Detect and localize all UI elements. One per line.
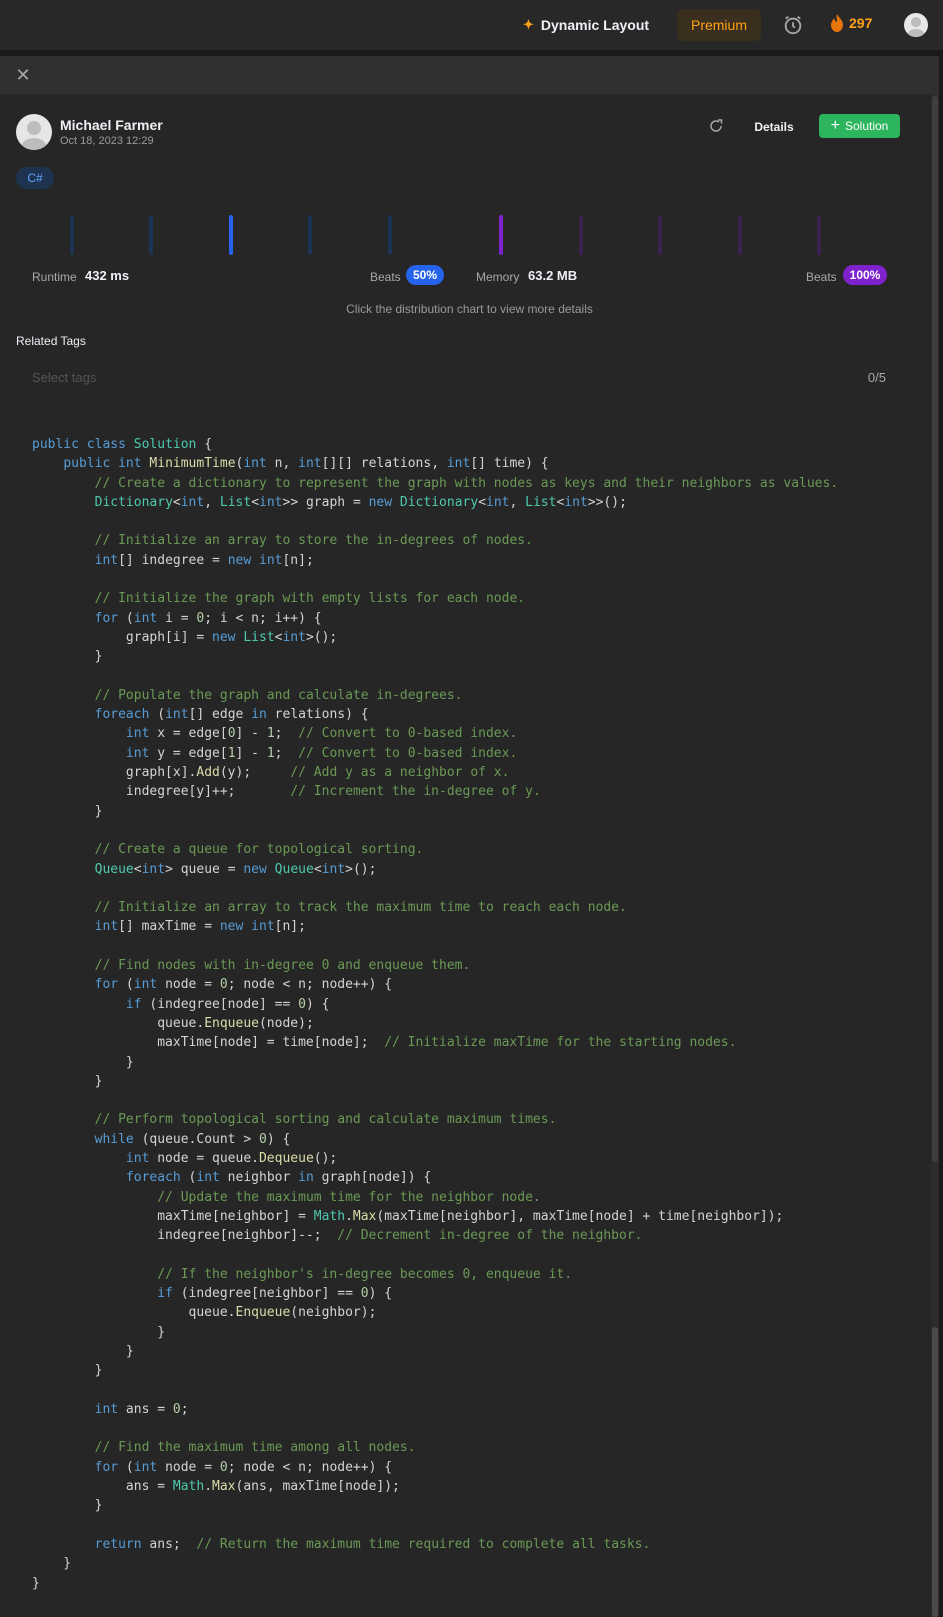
code-line: // Populate the graph and calculate in-d… [94,687,463,703]
code-line: // If the neighbor's in-degree becomes 0… [157,1266,573,1282]
code-line: Dictionary<int, List<int>> graph = new D… [94,494,627,510]
code-line: } [32,1363,103,1379]
runtime-distribution-bar[interactable] [149,215,153,255]
premium-button[interactable]: Premium [677,9,761,41]
runtime-label: Runtime [32,270,77,284]
memory-distribution-bar[interactable] [738,215,742,255]
runtime-distribution-bar[interactable] [308,215,312,255]
memory-beats-label: Beats [806,270,837,284]
code-line: public int MinimumTime(int n, int[][] re… [63,456,549,472]
code-line: queue.Enqueue(node); [32,1015,314,1031]
code-line: } [32,1324,166,1340]
author-name[interactable]: Michael Farmer [60,117,163,133]
code-line: } [32,1556,72,1572]
code-line: if (indegree[node] == 0) { [125,996,330,1012]
code-line: graph[x].Add(y); // Add y as a neighbor … [32,765,510,781]
avatar-icon [21,121,47,150]
distribution-hint: Click the distribution chart to view mor… [346,302,593,316]
code-line: Queue<int> queue = new Queue<int>(); [94,861,377,877]
dynamic-layout-button[interactable]: ✦ Dynamic Layout [523,15,649,35]
code-line: // Find the maximum time among all nodes… [94,1440,416,1456]
code-line: foreach (int[] edge in relations) { [94,707,369,723]
code-line: int x = edge[0] - 1; // Convert to 0-bas… [125,726,518,742]
dynamic-layout-label: Dynamic Layout [540,17,650,33]
tags-select-input[interactable]: Select tags 0/5 [16,362,886,392]
solution-label: Solution [844,119,889,133]
code-line: int node = queue.Dequeue(); [125,1150,338,1166]
streak-count: 297 [849,15,873,31]
code-line: int[] indegree = new int[n]; [94,552,314,568]
memory-distribution-bar[interactable] [658,215,662,255]
code-line: // Update the maximum time for the neigh… [157,1189,541,1205]
runtime-beats-badge: 50% [406,265,444,285]
code-line: int ans = 0; [94,1401,189,1417]
post-solution-button[interactable]: + Solution [819,114,900,138]
code-line: } [32,803,103,819]
code-block[interactable]: public class Solution { public int Minim… [32,435,838,1593]
code-line: // Create a queue for topological sortin… [94,842,424,858]
code-line: int y = edge[1] - 1; // Convert to 0-bas… [125,745,518,761]
streak-counter[interactable]: 297 [830,14,872,32]
close-icon[interactable]: ✕ [14,66,32,84]
code-line: } [32,649,103,665]
code-line: return ans; // Return the maximum time r… [94,1536,651,1552]
code-line: indegree[neighbor]--; // Decrement in-de… [32,1228,643,1244]
code-line: } [32,1054,134,1070]
code-line: for (int i = 0; i < n; i++) { [94,610,322,626]
alarm-clock-icon[interactable] [782,14,804,36]
code-line: graph[i] = new List<int>(); [32,629,338,645]
avatar-icon [907,17,925,37]
code-line: // Find nodes with in-degree 0 and enque… [94,958,471,974]
code-line: } [32,1575,40,1591]
runtime-distribution-bar[interactable] [70,215,74,255]
language-badge: C# [16,167,54,189]
tags-placeholder: Select tags [32,370,97,385]
code-line: // Perform topological sorting and calcu… [94,1112,557,1128]
scrollbar-thumb[interactable] [932,96,938,1162]
submission-date: Oct 18, 2023 12:29 [60,135,154,147]
related-tags-heading: Related Tags [16,334,86,348]
details-button[interactable]: Details [745,116,803,138]
runtime-distribution-bar-selected[interactable] [229,215,233,255]
memory-distribution-bar[interactable] [579,215,583,255]
code-line: ans = Math.Max(ans, maxTime[node]); [32,1479,400,1495]
memory-label: Memory [476,270,520,284]
top-navbar: ✦ Dynamic Layout Premium 297 [0,0,943,51]
code-line: foreach (int neighbor in graph[node]) { [125,1170,432,1186]
code-line: // Initialize an array to store the in-d… [94,533,533,549]
tags-count: 0/5 [867,370,886,385]
code-line: if (indegree[neighbor] == 0) { [157,1286,393,1302]
code-line: // Create a dictionary to represent the … [94,475,839,491]
code-line: // Initialize the graph with empty lists… [94,591,526,607]
panel-header: ✕ [0,56,939,94]
code-line: for (int node = 0; node < n; node++) { [94,977,393,993]
code-line: } [32,1073,103,1089]
runtime-distribution-bar[interactable] [388,215,392,255]
code-line: queue.Enqueue(neighbor); [32,1305,377,1321]
code-line: } [32,1343,134,1359]
fire-icon [831,14,843,32]
memory-value: 63.2 MB [528,268,578,283]
code-line: // Initialize an array to track the maxi… [94,900,627,916]
code-line: for (int node = 0; node < n; node++) { [94,1459,393,1475]
memory-distribution-bar-selected[interactable] [499,215,503,255]
code-line: int[] maxTime = new int[n]; [94,919,306,935]
memory-beats-badge: 100% [843,265,887,285]
user-avatar-menu[interactable] [904,13,928,37]
code-line: indegree[y]++; // Increment the in-degre… [32,784,541,800]
code-line: maxTime[neighbor] = Math.Max(maxTime[nei… [32,1208,784,1224]
sparkle-icon: ✦ [523,17,534,32]
share-icon[interactable] [708,118,724,134]
plus-icon: + [830,117,840,134]
code-line: } [32,1498,103,1514]
runtime-value: 432 ms [85,268,130,283]
author-avatar[interactable] [16,114,52,150]
code-line: while (queue.Count > 0) { [94,1131,291,1147]
code-line: public class Solution { [32,437,213,452]
code-line: maxTime[node] = time[node]; // Initializ… [32,1035,737,1051]
runtime-beats-label: Beats [370,270,401,284]
scrollbar-thumb-secondary[interactable] [932,1327,938,1617]
memory-distribution-bar[interactable] [817,215,821,255]
